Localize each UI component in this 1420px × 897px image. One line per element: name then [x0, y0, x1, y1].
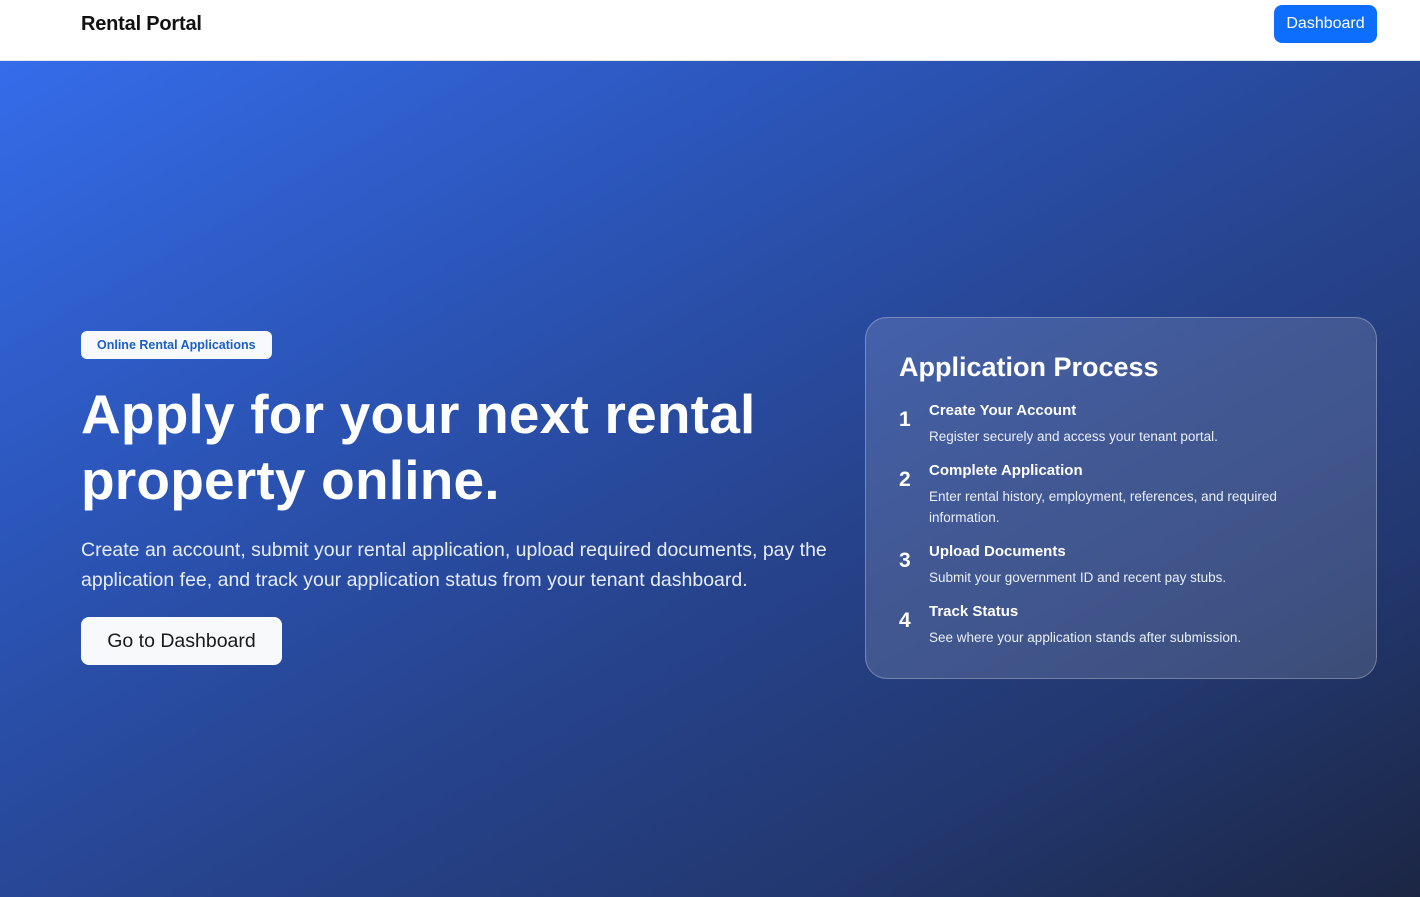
step-number: 2: [899, 468, 911, 491]
hero-headline: Apply for your next rental property onli…: [81, 383, 756, 511]
step-description: Enter rental history, employment, refere…: [929, 489, 1277, 525]
card-title: Application Process: [899, 352, 1159, 382]
step-description: Submit your government ID and recent pay…: [929, 570, 1227, 585]
step-title: Complete Application: [929, 462, 1083, 479]
hero-badge: Online Rental Applications: [81, 331, 272, 359]
hero-lead-text: Create an account, submit your rental ap…: [81, 539, 827, 591]
application-process-card: Application Process 1 Create Your Accoun…: [865, 317, 1377, 679]
step-title: Track Status: [929, 603, 1019, 620]
step-number: 1: [899, 408, 911, 431]
step-number: 3: [899, 549, 911, 572]
brand-logo-text[interactable]: Rental Portal: [81, 13, 202, 36]
dashboard-button[interactable]: Dashboard: [1274, 5, 1377, 43]
hero-section: Online Rental Applications Apply for you…: [0, 61, 1420, 897]
step-description: Register securely and access your tenant…: [929, 429, 1218, 444]
step-description: See where your application stands after …: [929, 630, 1242, 645]
step-title: Upload Documents: [929, 543, 1066, 560]
step-title: Create Your Account: [929, 402, 1077, 419]
step-number: 4: [899, 609, 911, 632]
top-navbar: Rental Portal Dashboard: [0, 0, 1420, 61]
go-to-dashboard-button[interactable]: Go to Dashboard: [81, 617, 282, 665]
